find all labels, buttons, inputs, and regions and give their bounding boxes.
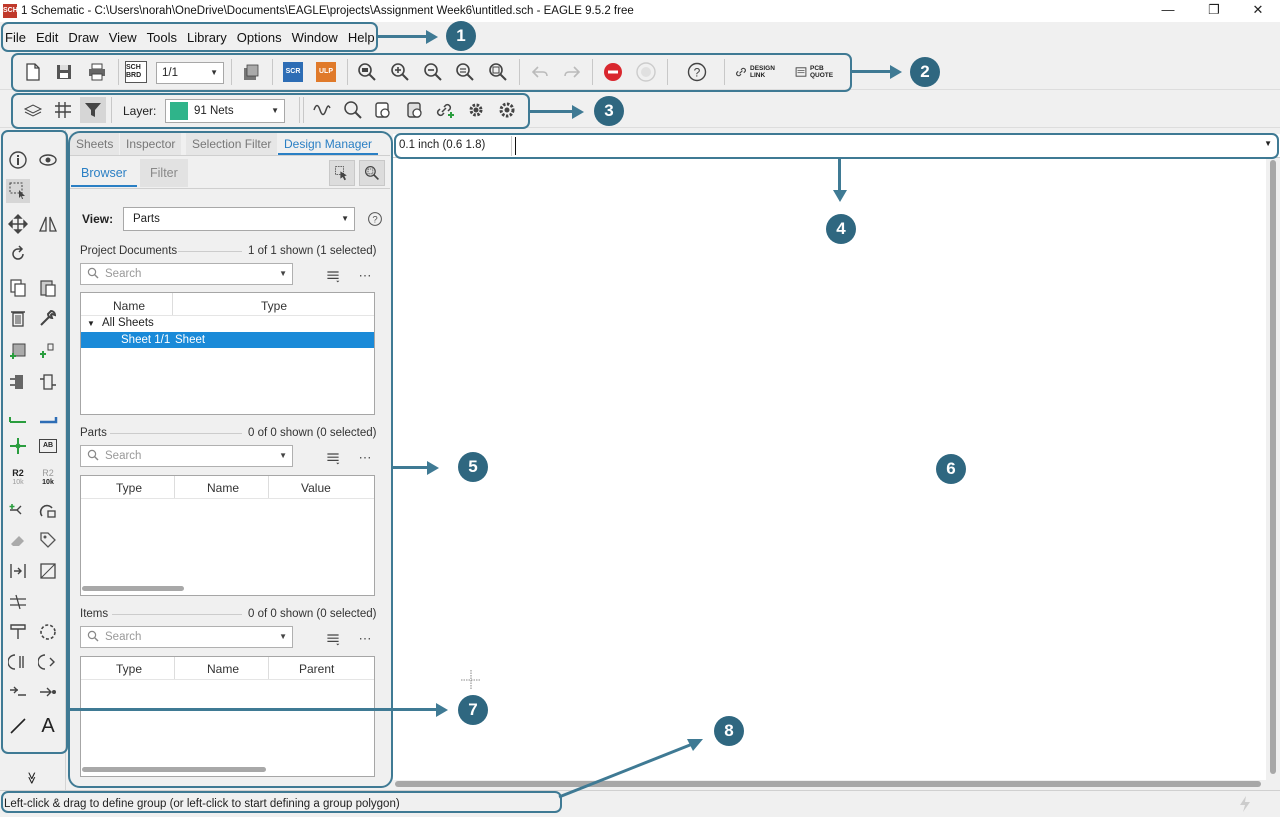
callout-4: 4 xyxy=(826,214,856,244)
vertical-scrollbar-track[interactable] xyxy=(1266,158,1280,786)
lightning-icon[interactable] xyxy=(1236,795,1254,813)
app-icon: SCH xyxy=(3,4,18,18)
horizontal-scrollbar-track[interactable] xyxy=(393,780,1266,788)
schematic-canvas[interactable] xyxy=(393,158,1266,786)
horizontal-scrollbar[interactable] xyxy=(395,781,1261,787)
annotation-parameter-toolbar xyxy=(11,93,530,129)
restore-button[interactable]: ❐ xyxy=(1194,0,1234,22)
annotation-main-toolbar xyxy=(11,53,852,92)
close-button[interactable]: ✕ xyxy=(1238,0,1278,22)
callout-3: 3 xyxy=(594,96,624,126)
callout-1: 1 xyxy=(446,21,476,51)
callout-5: 5 xyxy=(458,452,488,482)
callout-2: 2 xyxy=(910,57,940,87)
callout-8: 8 xyxy=(714,716,744,746)
annotation-command-toolbar xyxy=(1,130,68,754)
annotation-command-line xyxy=(394,133,1279,159)
callout-6: 6 xyxy=(936,454,966,484)
vertical-scrollbar[interactable] xyxy=(1270,160,1276,774)
callout-7: 7 xyxy=(458,695,488,725)
annotation-menu-bar xyxy=(1,22,378,52)
annotation-design-manager xyxy=(68,131,393,788)
window-title: 1 Schematic - C:\Users\norah\OneDrive\Do… xyxy=(21,5,634,17)
title-bar: SCH 1 Schematic - C:\Users\norah\OneDriv… xyxy=(0,0,1280,22)
minimize-button[interactable]: — xyxy=(1148,0,1188,22)
expand-toolbar-button[interactable]: ≫ xyxy=(20,766,44,790)
annotation-status-bar xyxy=(1,791,562,813)
crosshair-cursor-icon xyxy=(461,670,481,690)
